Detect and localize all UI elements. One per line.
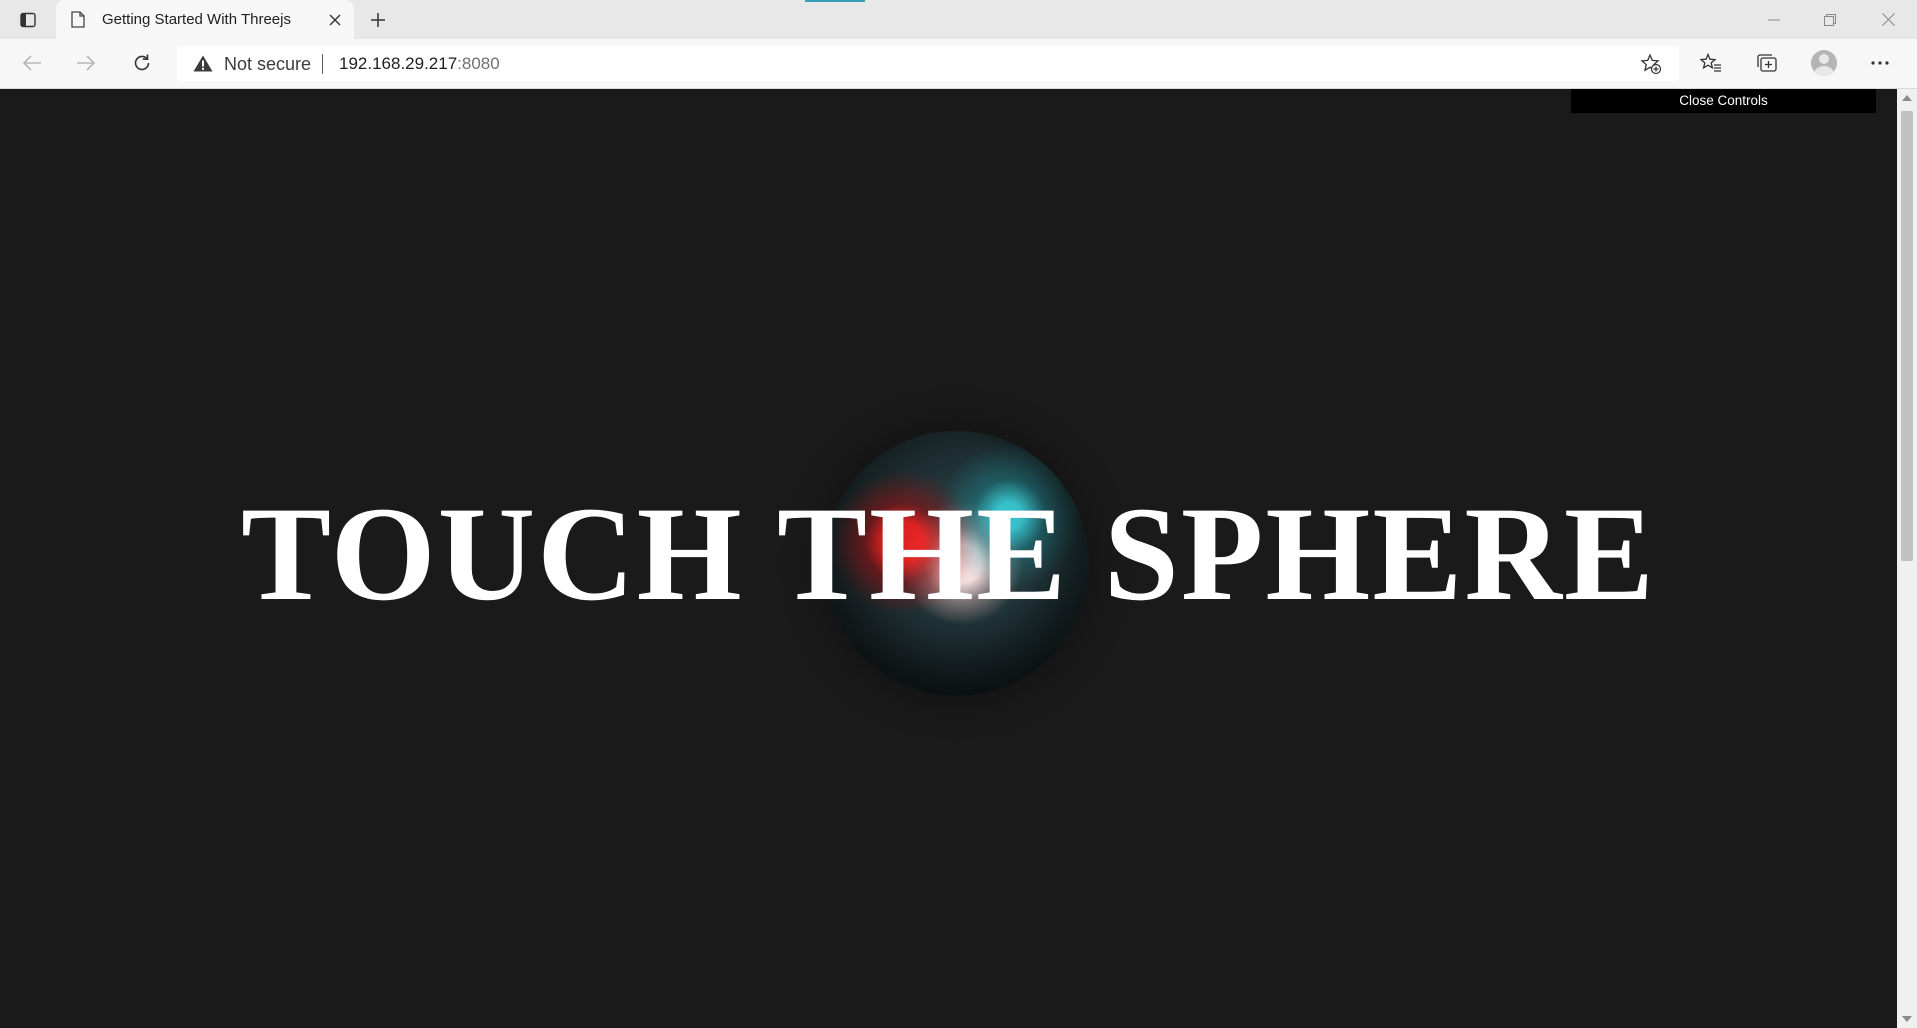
- forward-arrow-icon: [77, 55, 96, 71]
- security-status[interactable]: Not secure: [224, 54, 311, 75]
- more-icon: [1871, 61, 1889, 65]
- restore-icon: [1824, 13, 1836, 26]
- collections-button[interactable]: [1749, 46, 1785, 80]
- loading-indicator: [805, 0, 865, 2]
- vertical-scrollbar[interactable]: [1897, 89, 1917, 1028]
- page-icon: [71, 11, 85, 28]
- scroll-down-arrow-icon[interactable]: [1902, 1016, 1912, 1022]
- close-window-icon: [1881, 13, 1895, 26]
- forward-button[interactable]: [68, 46, 104, 80]
- tab-title: Getting Started With Threejs: [102, 11, 291, 28]
- plus-icon: [371, 13, 385, 27]
- url-port: :8080: [457, 54, 500, 73]
- tab-actions-icon: [19, 12, 36, 27]
- minimize-button[interactable]: [1745, 0, 1803, 39]
- scroll-up-arrow-icon[interactable]: [1902, 95, 1912, 101]
- favorites-icon: [1700, 53, 1721, 72]
- collections-icon: [1757, 54, 1777, 72]
- favorites-button[interactable]: [1693, 46, 1729, 80]
- address-bar[interactable]: Not secure 192.168.29.217:8080: [177, 46, 1679, 81]
- url-text[interactable]: 192.168.29.217:8080: [339, 54, 500, 74]
- close-icon: [329, 14, 341, 26]
- tab-strip: Getting Started With Threejs: [0, 0, 1917, 39]
- profile-button[interactable]: [1806, 46, 1842, 80]
- profile-avatar-icon: [1811, 50, 1837, 76]
- new-tab-button[interactable]: [364, 8, 392, 32]
- active-tab[interactable]: Getting Started With Threejs: [56, 0, 354, 39]
- star-plus-icon: [1640, 53, 1662, 75]
- url-host: 192.168.29.217: [339, 54, 458, 73]
- refresh-button[interactable]: [124, 46, 160, 80]
- restore-button[interactable]: [1801, 0, 1859, 39]
- close-controls-button[interactable]: Close Controls: [1571, 89, 1876, 113]
- page-headline: TOUCH THE SPHERE: [241, 480, 1656, 629]
- add-favorite-button[interactable]: [1639, 52, 1663, 76]
- browser-toolbar: Not secure 192.168.29.217:8080: [0, 39, 1917, 89]
- back-arrow-icon: [22, 55, 41, 71]
- minimize-icon: [1768, 19, 1780, 20]
- warning-icon: [193, 55, 213, 72]
- scrollbar-thumb[interactable]: [1901, 111, 1913, 561]
- page-viewport: TOUCH THE SPHERE Close Controls: [0, 89, 1897, 1028]
- tab-close-button[interactable]: [326, 11, 344, 29]
- refresh-icon: [134, 54, 150, 71]
- back-button[interactable]: [14, 46, 50, 80]
- more-menu-button[interactable]: [1862, 46, 1898, 80]
- tab-actions-button[interactable]: [12, 8, 43, 31]
- address-separator: [322, 54, 323, 74]
- close-window-button[interactable]: [1859, 0, 1917, 39]
